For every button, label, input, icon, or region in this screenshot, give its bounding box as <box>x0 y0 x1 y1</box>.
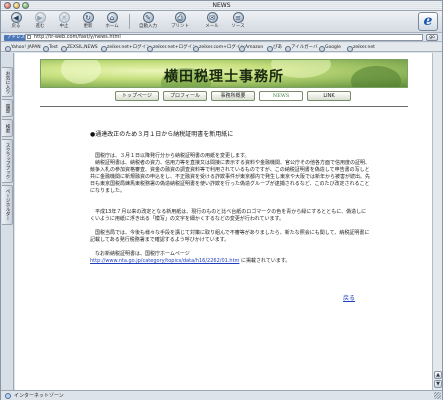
divider <box>40 106 408 107</box>
sidebar-tab-history[interactable]: 履歴 <box>2 99 13 117</box>
stop-icon: ✕ <box>58 12 70 23</box>
sidebar-tab-favorites[interactable]: お気に入り <box>2 67 13 97</box>
print-icon: ⎙ <box>174 12 186 23</box>
back-button[interactable]: ◀ 戻る <box>5 12 27 31</box>
autofill-button[interactable]: ✎ 自動入力 <box>137 12 159 31</box>
source-icon: ≡ <box>232 12 244 23</box>
favorites-bar: Yahoo! JAPAN Test ZEXSIL,NEWS zeiker.net… <box>1 43 442 52</box>
sidebar-tab-page-holder[interactable]: ページホルダー <box>2 185 13 225</box>
internet-zone-icon <box>5 393 11 399</box>
refresh-icon: ↻ <box>82 12 94 23</box>
nav-top-page[interactable]: トップページ <box>115 91 159 101</box>
sidebar-tab-search[interactable]: 検索 <box>2 119 13 137</box>
go-button[interactable]: go <box>426 34 438 41</box>
browser-window: NEWS ◀ 戻る ▶ 進む ✕ 中止 ↻ 更新 ⌂ ホーム ✎ 自動入力 ⎙ プリント ✉ メ… <box>0 0 443 400</box>
favorite-link[interactable]: ぴあ <box>267 44 282 52</box>
title-bar[interactable]: NEWS <box>1 1 442 11</box>
nta-link[interactable]: http://www.nta.go.jp/category/topics/dat… <box>90 258 239 264</box>
forward-button[interactable]: ▶ 進む <box>29 12 51 31</box>
print-button[interactable]: ⎙ プリント <box>169 12 191 31</box>
favorite-link[interactable]: zeiker.net+ログイン <box>147 44 197 52</box>
back-link[interactable]: 戻る <box>343 293 355 302</box>
news-heading: ●通達改正のため３月１日から納税証明書を新用紙に <box>90 131 234 138</box>
window-title: NEWS <box>212 2 231 9</box>
home-icon: ⌂ <box>106 12 118 23</box>
news-link-line: http://www.nta.go.jp/category/topics/dat… <box>90 258 370 265</box>
page-icon <box>27 35 31 39</box>
link-suffix: に掲載されています。 <box>241 258 291 264</box>
favorite-link[interactable]: zeiker.net+ログイン <box>101 44 151 52</box>
stop-button[interactable]: ✕ 中止 <box>53 12 75 31</box>
home-button[interactable]: ⌂ ホーム <box>101 12 123 31</box>
autofill-icon: ✎ <box>142 12 154 23</box>
nav-office-overview[interactable]: 事務所概要 <box>211 91 255 101</box>
page-content: 横田税理士事務所 トップページ プロフィール 事務所概要 NEWS LINK ●… <box>15 53 432 390</box>
scroll-up-arrow-icon[interactable]: ▲ <box>434 371 442 379</box>
refresh-button[interactable]: ↻ 更新 <box>77 12 99 31</box>
favorite-link[interactable]: Yahoo! JAPAN <box>5 44 41 52</box>
news-paragraph: 納税証明書は、納税者の資力、信用力等を直接又は間接に表示する資料や金融機関、官公… <box>90 160 371 194</box>
back-icon: ◀ <box>10 12 22 23</box>
site-title: 横田税理士事務所 <box>164 69 284 85</box>
favorite-link[interactable]: アイルガーバ <box>285 44 318 52</box>
toolbar: ◀ 戻る ▶ 進む ✕ 中止 ↻ 更新 ⌂ ホーム ✎ 自動入力 ⎙ プリント ✉ メール ≡ ソ… <box>1 11 442 33</box>
sidebar-tab-scrapbook[interactable]: スクラップブック <box>2 139 13 183</box>
nav-profile[interactable]: プロフィール <box>163 91 207 101</box>
news-paragraph: 平成13年７月以来の改定となる新用紙は、現行のものと比べ台紙のロゴマークの色を青… <box>90 209 367 222</box>
mail-button[interactable]: ✉ メール <box>201 12 223 31</box>
status-text: インターネットゾーン <box>14 393 64 399</box>
nav-news[interactable]: NEWS <box>259 91 303 101</box>
address-input[interactable]: http://tr-web.com/fast/y/news.html <box>25 34 423 41</box>
site-banner: 横田税理士事務所 <box>40 59 408 88</box>
favorite-link[interactable]: Amazon <box>239 44 263 52</box>
status-bar: インターネットゾーン <box>1 390 442 400</box>
favorite-link[interactable]: Google <box>319 44 341 52</box>
news-paragraph: 国税当局では、今後も様々な手段を講じて対策に取り組んで不審等がありましたら、新た… <box>90 230 370 243</box>
favorite-link[interactable]: ZEXSIL,NEWS <box>61 44 98 52</box>
explorer-sidebar: お気に入り 履歴 検索 スクラップブック ページホルダー <box>1 53 14 390</box>
address-bar: アドレス http://tr-web.com/fast/y/news.html … <box>1 34 442 42</box>
resize-grip[interactable] <box>434 392 441 399</box>
site-nav: トップページ プロフィール 事務所概要 NEWS LINK <box>40 91 408 105</box>
browser-logo-icon: e <box>418 12 438 31</box>
scroll-down-arrow-icon[interactable]: ▼ <box>434 380 442 388</box>
vertical-scrollbar[interactable]: ▲ ▼ <box>432 53 442 390</box>
forward-icon: ▶ <box>34 12 46 23</box>
toolbar-separator <box>129 14 130 29</box>
nav-link[interactable]: LINK <box>307 91 351 101</box>
mail-icon: ✉ <box>206 12 218 23</box>
favorite-link[interactable]: Test <box>43 44 58 52</box>
news-paragraph: 国税庁は、３月１日以降発行分から納税証明書の用紙を変更します。 <box>90 153 250 159</box>
news-paragraph: なお新納税証明書は、国税庁ホームページ <box>90 251 190 257</box>
favorite-link[interactable]: zeiker.net <box>347 44 375 52</box>
favorite-link[interactable]: zeiker.com+ログイン <box>193 44 245 52</box>
source-button[interactable]: ≡ ソース <box>227 12 249 31</box>
